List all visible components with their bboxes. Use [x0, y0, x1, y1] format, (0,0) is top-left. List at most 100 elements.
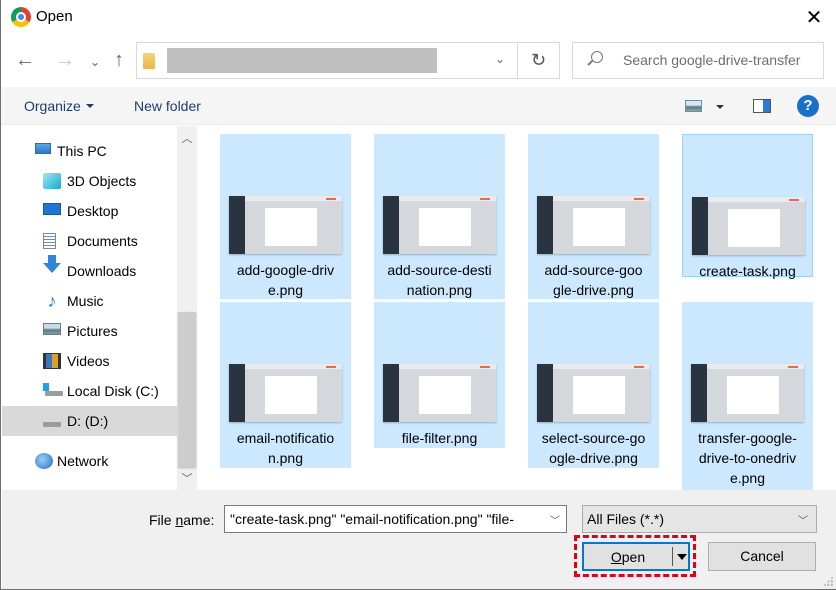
open-options-caret-icon[interactable]: [677, 554, 687, 560]
network-icon: [35, 453, 53, 469]
help-icon[interactable]: ?: [797, 95, 819, 117]
nav-item-network[interactable]: Network: [2, 446, 177, 476]
nav-item-label: Desktop: [67, 203, 119, 219]
file-name-line: gle-drive.png: [553, 282, 634, 298]
computer-icon: [35, 143, 51, 154]
nav-item-videos[interactable]: Videos: [2, 346, 177, 376]
address-bar[interactable]: ⌄: [136, 42, 518, 79]
cancel-button[interactable]: Cancel: [708, 542, 816, 571]
search-input[interactable]: Search google-drive-transfer: [572, 42, 824, 79]
organize-button[interactable]: Organize: [24, 98, 94, 114]
navigation-pane-scrollbar[interactable]: ︿ ﹀: [177, 126, 197, 490]
chevron-down-icon: ﹀: [798, 516, 808, 527]
music-icon: ♪: [47, 291, 57, 311]
file-item[interactable]: transfer-google-drive-to-onedriv e.png: [682, 302, 813, 490]
thumbnail-sb: [383, 196, 399, 254]
file-item[interactable]: add-source-goo gle-drive.png: [528, 134, 659, 299]
file-item[interactable]: create-task.png: [682, 134, 813, 279]
file-thumbnail: [229, 364, 342, 422]
close-icon: ✕: [805, 6, 823, 29]
thumbnail-modal: [419, 376, 471, 414]
address-dropdown-button[interactable]: ⌄: [495, 52, 505, 66]
nav-item-local-disk-c[interactable]: Local Disk (C:): [2, 376, 177, 406]
nav-item-d-d[interactable]: D: (D:): [2, 406, 177, 436]
back-button[interactable]: ←: [13, 48, 37, 72]
thumbnail-modal: [419, 208, 471, 246]
nav-item-pictures[interactable]: Pictures: [2, 316, 177, 346]
file-item[interactable]: file-filter.png: [374, 302, 505, 448]
new-folder-button[interactable]: New folder: [134, 98, 201, 114]
file-name-input[interactable]: "create-task.png" "email-notification.pn…: [224, 505, 567, 533]
drive-icon: [43, 413, 61, 429]
search-icon: [591, 51, 603, 63]
file-type-value: All Files (*.*): [587, 511, 665, 527]
thumbnail-modal: [728, 209, 780, 247]
3d-objects-icon: [43, 173, 61, 189]
file-name-line: create-task.png: [699, 263, 796, 279]
open-button[interactable]: Open: [582, 542, 690, 571]
nav-item-label: Network: [57, 453, 109, 469]
file-thumbnail: [691, 364, 804, 422]
scrollbar-thumb[interactable]: [178, 312, 196, 467]
file-item[interactable]: email-notificatio n.png: [220, 302, 351, 468]
file-name-line: ogle-drive.png: [549, 450, 638, 466]
window-title: Open: [36, 8, 73, 25]
thumbnail-btn: [326, 366, 336, 368]
chrome-icon: [11, 7, 31, 27]
file-thumbnail: [229, 196, 342, 254]
refresh-button[interactable]: ↻: [518, 42, 560, 79]
open-label: Open: [584, 549, 672, 565]
resize-grip-icon[interactable]: [823, 576, 833, 586]
file-name-line: e.png: [729, 470, 766, 486]
nav-item-music[interactable]: ♪ Music: [2, 286, 177, 316]
file-item[interactable]: select-source-go ogle-drive.png: [528, 302, 659, 468]
file-item[interactable]: add-google-driv e.png: [220, 134, 351, 299]
file-type-select[interactable]: All Files (*.*) ﹀: [582, 505, 817, 533]
nav-item-documents[interactable]: Documents: [2, 226, 177, 256]
thumbnail-sb: [229, 196, 245, 254]
thumbnail-modal: [265, 376, 317, 414]
accelerator-key: O: [610, 549, 622, 565]
address-path-redacted: [167, 48, 437, 73]
scroll-up-icon[interactable]: ︿: [177, 130, 197, 146]
nav-item-3d-objects[interactable]: 3D Objects: [2, 166, 177, 196]
file-thumbnail: [383, 196, 496, 254]
thumbnail-modal: [573, 208, 625, 246]
organize-label: Organize: [24, 98, 81, 114]
thumbnail-sb: [537, 364, 553, 422]
navigation-pane: This PC 3D Objects Desktop Documents Downloa…: [2, 126, 198, 490]
close-button[interactable]: ✕: [791, 0, 836, 34]
thumbnail-sb: [537, 196, 553, 254]
pictures-icon: [43, 323, 61, 335]
file-item[interactable]: add-source-desti nation.png: [374, 134, 505, 299]
nav-item-label: Pictures: [67, 323, 118, 339]
nav-item-this-pc[interactable]: This PC: [2, 136, 177, 166]
thumbnail-modal: [265, 208, 317, 246]
scroll-down-icon[interactable]: ﹀: [177, 470, 197, 486]
label-part: pen: [621, 549, 646, 565]
nav-item-desktop[interactable]: Desktop: [2, 196, 177, 226]
file-list: add-google-driv e.png add-source-desti nati…: [199, 126, 836, 490]
navigation-bar: ← → ⌄ ↑ ⌄ ↻ Search google-drive-transfer: [1, 40, 836, 82]
recent-locations-button[interactable]: ⌄: [83, 50, 107, 74]
nav-item-label: Local Disk (C:): [67, 383, 159, 399]
nav-item-downloads[interactable]: Downloads: [2, 255, 177, 286]
dialog-footer: File name: "create-task.png" "email-noti…: [2, 490, 836, 589]
thumbnail-sb: [383, 364, 399, 422]
thumbnail-modal: [727, 376, 779, 414]
preview-pane-icon[interactable]: [753, 99, 771, 113]
search-placeholder: Search google-drive-transfer: [623, 52, 801, 68]
file-name-line: select-source-go: [541, 430, 646, 446]
up-button[interactable]: ↑: [107, 48, 131, 72]
change-view-icon[interactable]: [685, 100, 702, 112]
file-name-line: file-filter.png: [401, 430, 478, 446]
forward-button[interactable]: →: [53, 48, 77, 72]
nav-item-label: Music: [67, 293, 104, 309]
thumbnail-btn: [480, 366, 490, 368]
view-options-caret-icon[interactable]: [716, 105, 724, 109]
thumbnail-btn: [634, 198, 644, 200]
file-name-line: n.png: [267, 450, 304, 466]
nav-item-label: This PC: [57, 143, 107, 159]
chevron-down-icon[interactable]: ﹀: [550, 512, 560, 527]
label-part: File: [149, 512, 176, 528]
